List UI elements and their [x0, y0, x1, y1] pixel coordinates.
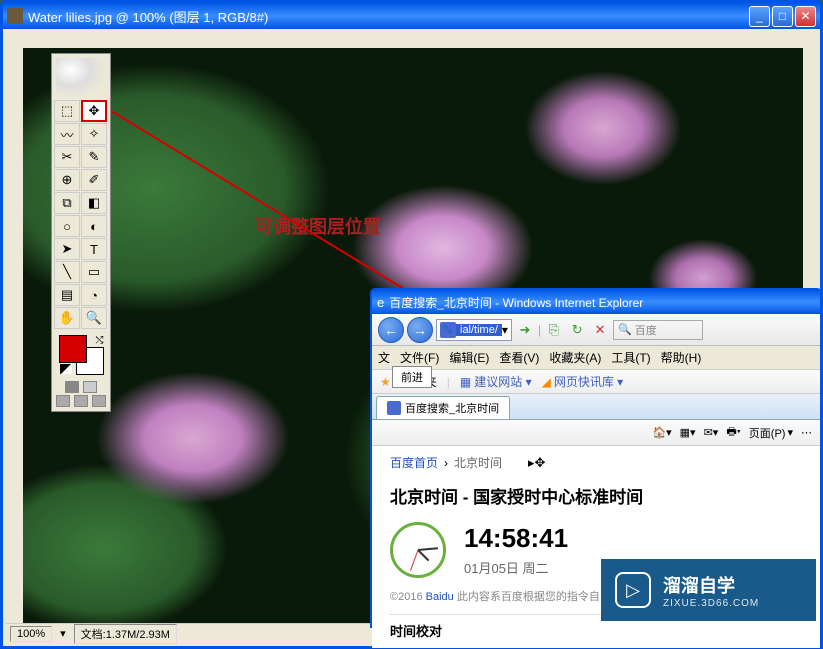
ie-command-bar: 🏠▾ ▦▾ ✉▾ 🖶▾ 页面(P)▾ ⋯: [372, 420, 820, 446]
notes-icon[interactable]: ▤: [54, 284, 80, 306]
stop-button[interactable]: ✕: [590, 320, 610, 340]
feeds-button[interactable]: ▦▾: [680, 426, 696, 439]
window-title: Water lilies.jpg @ 100% (图层 1, RGB/8#): [28, 7, 749, 26]
ie-nav-toolbar: ← → 🐾 ial/time/ ▾ ➜ | ⎘ ↻ ✕ 🔍 百度: [372, 314, 820, 346]
watermark-name: 溜溜自学: [663, 572, 759, 598]
tab-favicon: [387, 401, 401, 415]
watermark-badge: ▷ 溜溜自学 ZIXUE.3D66.COM: [601, 559, 816, 621]
zoom-level[interactable]: 100%: [10, 626, 52, 642]
home-button[interactable]: 🏠▾: [652, 426, 671, 439]
swap-colors-icon[interactable]: ⤭: [96, 335, 104, 346]
ie-tabstrip: 百度搜索_北京时间: [372, 394, 820, 420]
ie-app-icon: e: [377, 295, 384, 310]
move-icon[interactable]: ✥: [81, 100, 107, 122]
breadcrumb-current: 北京时间: [454, 454, 502, 471]
forward-button[interactable]: →: [407, 317, 433, 343]
screenmode-2-icon[interactable]: [74, 395, 88, 407]
move-cursor-icon: ▸✥: [528, 455, 545, 471]
date-display: 01月05日 周二: [464, 558, 568, 577]
hand-icon[interactable]: ✋: [54, 307, 80, 329]
dropdown-icon[interactable]: ▾: [60, 627, 66, 640]
gimp-titlebar[interactable]: Water lilies.jpg @ 100% (图层 1, RGB/8#) _…: [3, 3, 820, 29]
doc-size: 文档:1.37M/2.93M: [74, 624, 177, 644]
page-heading: 北京时间 - 国家授时中心标准时间: [390, 483, 802, 508]
play-icon: ▷: [615, 572, 651, 608]
menu-file[interactable]: 文件(F): [400, 349, 439, 366]
clone-icon[interactable]: ⧉: [54, 192, 80, 214]
search-placeholder: 百度: [635, 322, 657, 338]
ie-titlebar[interactable]: e 百度搜索_北京时间 - Windows Internet Explorer: [372, 290, 820, 314]
eyedropper-icon[interactable]: ✎: [81, 146, 107, 168]
browser-tab[interactable]: 百度搜索_北京时间: [376, 396, 510, 419]
annotation-label: 可调整图层位置: [255, 213, 381, 239]
breadcrumb-home-link[interactable]: 百度首页: [390, 454, 438, 471]
site-icon: 🐾: [440, 322, 456, 338]
color-picker[interactable]: ⤭: [59, 335, 104, 375]
suggested-sites-link[interactable]: ▦建议网站 ▾: [460, 373, 532, 390]
mode-quickmask-icon[interactable]: [83, 381, 97, 393]
ie-window-title: 百度搜索_北京时间 - Windows Internet Explorer: [389, 294, 643, 311]
text-icon[interactable]: T: [81, 238, 107, 260]
baidu-link[interactable]: Baidu: [426, 591, 454, 603]
print-button[interactable]: 🖶▾: [726, 423, 740, 442]
gimp-app-icon: [7, 8, 23, 24]
back-button[interactable]: ←: [378, 317, 404, 343]
address-text: ial/time/: [456, 324, 502, 336]
lasso-icon[interactable]: 〰: [54, 123, 80, 145]
go-button[interactable]: ➜: [515, 320, 535, 340]
mode-standard-icon[interactable]: [65, 381, 79, 393]
foreground-color-swatch[interactable]: [59, 335, 87, 363]
toolbox-header-icon: [56, 58, 106, 98]
address-bar[interactable]: 🐾 ial/time/ ▾: [436, 319, 512, 341]
screenmode-1-icon[interactable]: [56, 395, 70, 407]
time-display: 14:58:41: [464, 523, 568, 554]
line-icon[interactable]: ╲: [54, 261, 80, 283]
breadcrumb: 百度首页 › 北京时间 ▸✥: [390, 454, 802, 471]
search-input[interactable]: 🔍 百度: [613, 320, 703, 340]
page-icon: ▦: [460, 375, 471, 389]
dropdown-icon[interactable]: ▾: [502, 323, 508, 337]
tab-label: 百度搜索_北京时间: [405, 400, 499, 416]
compat-button[interactable]: ⎘: [544, 320, 564, 340]
forward-dropdown-label[interactable]: 前进: [392, 366, 432, 388]
menu-favorites[interactable]: 收藏夹(A): [549, 349, 601, 366]
mail-button[interactable]: ✉▾: [704, 426, 719, 439]
measure-icon[interactable]: ◔: [81, 284, 107, 306]
crop-icon[interactable]: ✂: [54, 146, 80, 168]
blur-icon[interactable]: ○: [54, 215, 80, 237]
menu-help[interactable]: 帮助(H): [661, 349, 702, 366]
eraser-icon[interactable]: ◧: [81, 192, 107, 214]
default-colors-icon[interactable]: [60, 364, 72, 374]
menu-tools[interactable]: 工具(T): [611, 349, 650, 366]
path-icon[interactable]: ➤: [54, 238, 80, 260]
close-button[interactable]: ✕: [795, 6, 816, 27]
maximize-button[interactable]: □: [772, 6, 793, 27]
wand-icon[interactable]: ✧: [81, 123, 107, 145]
heal-icon[interactable]: ⊕: [54, 169, 80, 191]
rss-icon: ◢: [542, 375, 551, 389]
brush-icon[interactable]: ✐: [81, 169, 107, 191]
watermark-url: ZIXUE.3D66.COM: [663, 598, 759, 609]
menu-view[interactable]: 查看(V): [499, 349, 539, 366]
toolbox: ⬚✥〰✧✂✎⊕✐⧉◧○◐➤T╲▭▤◔✋🔍 ⤭: [51, 53, 111, 412]
menu-edit[interactable]: 编辑(E): [449, 349, 489, 366]
refresh-button[interactable]: ↻: [567, 320, 587, 340]
analog-clock-icon: [390, 522, 446, 578]
dodge-icon[interactable]: ◐: [81, 215, 107, 237]
favorites-star-icon[interactable]: ★: [380, 375, 391, 389]
web-slice-link[interactable]: ◢网页快讯库 ▾: [542, 373, 624, 390]
minimize-button[interactable]: _: [749, 6, 770, 27]
page-menu[interactable]: 页面(P)▾: [749, 425, 793, 441]
ie-favorites-bar: ★ 收藏夹 | ▦建议网站 ▾ ◢网页快讯库 ▾: [372, 370, 820, 394]
menu-file[interactable]: 文: [378, 349, 390, 366]
zoom-icon[interactable]: 🔍: [81, 307, 107, 329]
chevron-right-icon: ›: [444, 456, 448, 470]
search-icon: 🔍: [618, 323, 632, 336]
safety-menu[interactable]: ⋯: [801, 426, 812, 439]
shape-icon[interactable]: ▭: [81, 261, 107, 283]
ie-menubar: 文 文件(F) 编辑(E) 查看(V) 收藏夹(A) 工具(T) 帮助(H) 前…: [372, 346, 820, 370]
screenmode-3-icon[interactable]: [92, 395, 106, 407]
rect-select-icon[interactable]: ⬚: [54, 100, 80, 122]
